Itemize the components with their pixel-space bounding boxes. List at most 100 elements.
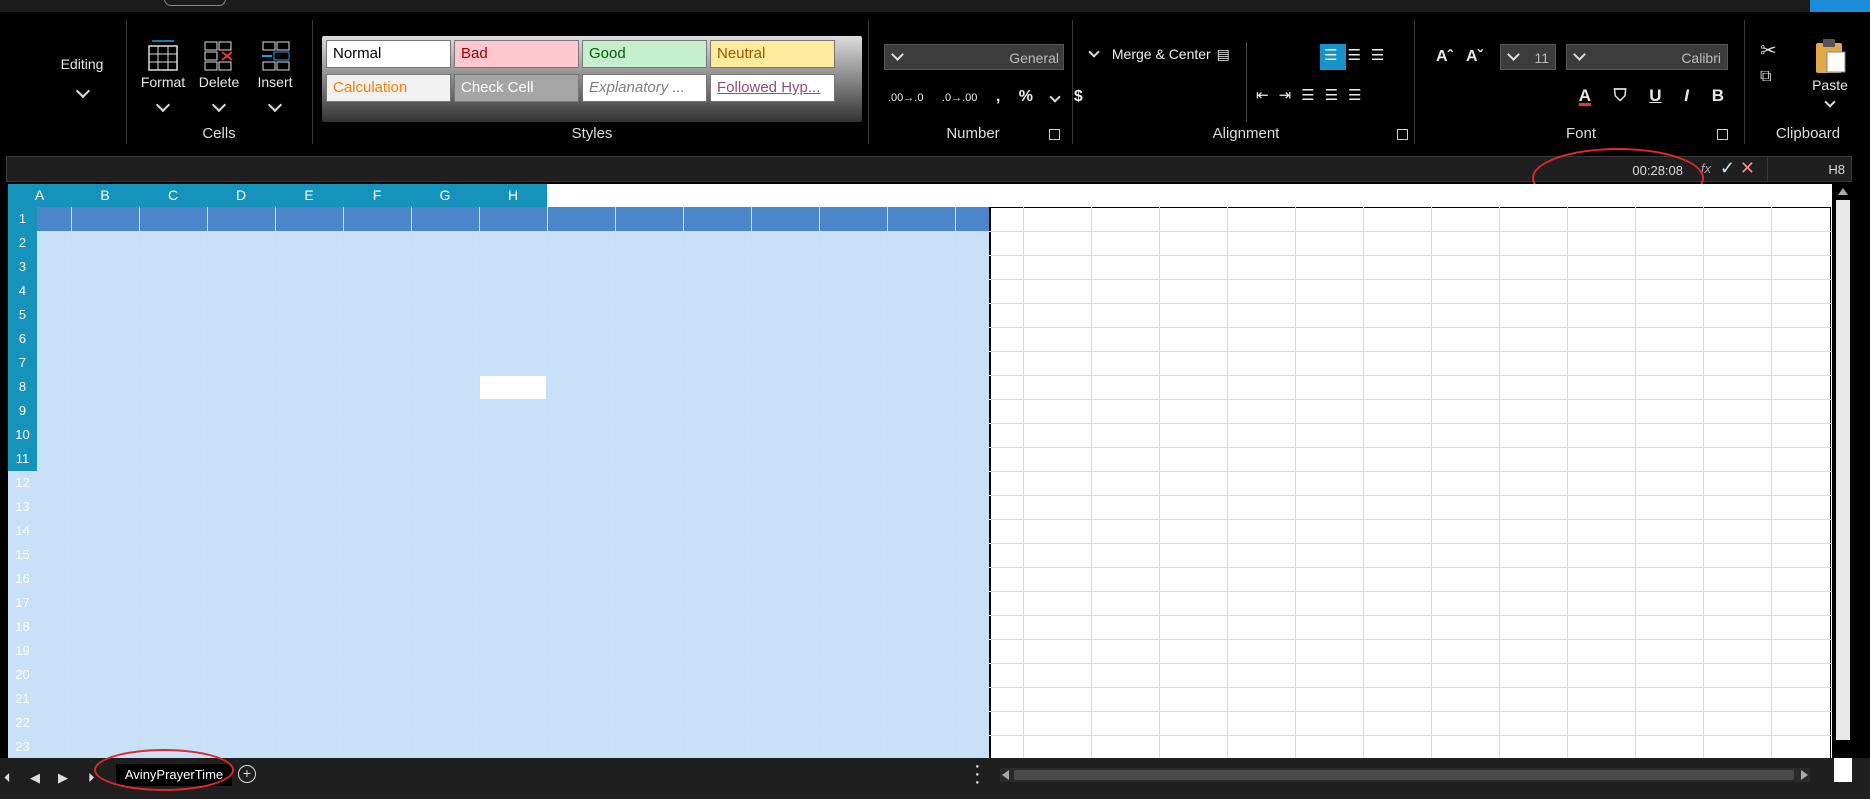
cut-icon[interactable]: ✂ xyxy=(1760,38,1777,63)
grid-line xyxy=(8,639,1832,640)
insert-label: Insert xyxy=(257,74,293,90)
chevron-down-icon[interactable] xyxy=(155,97,171,113)
row-header-13[interactable]: 13 xyxy=(8,495,37,519)
row-header-14[interactable]: 14 xyxy=(8,519,37,543)
annotation-circle xyxy=(94,749,234,791)
copy-icon[interactable]: ⧉ xyxy=(1760,68,1771,86)
column-header-b[interactable]: B xyxy=(71,184,139,207)
shrink-font-button[interactable]: Aˇ xyxy=(1466,48,1483,66)
column-header-h[interactable]: H xyxy=(479,184,547,207)
row-header-16[interactable]: 16 xyxy=(8,567,37,591)
chevron-down-icon[interactable] xyxy=(1507,48,1520,61)
column-header-d[interactable]: D xyxy=(207,184,275,207)
row-header-9[interactable]: 9 xyxy=(8,399,37,423)
editing-group[interactable]: Editing xyxy=(48,20,116,146)
dialog-launcher-icon[interactable] xyxy=(1717,129,1728,140)
style-neutral[interactable]: Neutral xyxy=(710,40,835,68)
row-header-7[interactable]: 7 xyxy=(8,351,37,375)
column-header-c[interactable]: C xyxy=(139,184,207,207)
style-calculation[interactable]: Calculation xyxy=(326,74,451,102)
chevron-down-icon[interactable] xyxy=(267,97,283,113)
font-family-dropdown[interactable]: Calibri xyxy=(1566,44,1728,70)
bold-button[interactable]: B xyxy=(1712,86,1724,106)
italic-button[interactable]: I xyxy=(1684,86,1689,106)
chevron-down-icon[interactable] xyxy=(1573,48,1586,61)
column-header-f[interactable]: F xyxy=(343,184,411,207)
row-header-15[interactable]: 15 xyxy=(8,543,37,567)
row-header-21[interactable]: 21 xyxy=(8,687,37,711)
style-bad[interactable]: Bad xyxy=(454,40,579,68)
row-header-17[interactable]: 17 xyxy=(8,591,37,615)
name-box[interactable]: H8 xyxy=(1767,157,1851,181)
row-header-20[interactable]: 20 xyxy=(8,663,37,687)
increase-decimal-button[interactable]: .0→.00 xyxy=(942,92,977,104)
first-sheet-icon[interactable]: ⏴ xyxy=(4,770,11,786)
next-sheet-icon[interactable]: ▶ xyxy=(58,770,68,786)
grow-font-button[interactable]: Aˆ xyxy=(1436,48,1453,66)
row-header-2[interactable]: 2 xyxy=(8,231,37,255)
insert-button[interactable]: Insert xyxy=(246,38,304,113)
chevron-down-icon[interactable] xyxy=(891,48,904,61)
style-explanatory[interactable]: Explanatory ... xyxy=(582,74,707,102)
decrease-decimal-button[interactable]: .00→.0 xyxy=(888,92,923,104)
column-header-g[interactable]: G xyxy=(411,184,479,207)
column-header-a[interactable]: A xyxy=(8,184,71,207)
row-header-19[interactable]: 19 xyxy=(8,639,37,663)
grid-line xyxy=(8,327,1832,328)
row-header-18[interactable]: 18 xyxy=(8,615,37,639)
confirm-icon[interactable]: ✓ xyxy=(1720,158,1735,179)
style-good[interactable]: Good xyxy=(582,40,707,68)
style-followed-hyperlink[interactable]: Followed Hyp... xyxy=(710,74,835,102)
scroll-right-icon[interactable] xyxy=(1801,770,1808,780)
chevron-down-icon[interactable] xyxy=(1049,91,1062,103)
row-header-22[interactable]: 22 xyxy=(8,711,37,735)
underline-button[interactable]: U xyxy=(1649,86,1661,106)
horizontal-scrollbar[interactable] xyxy=(1000,768,1810,782)
row-header-10[interactable]: 10 xyxy=(8,423,37,447)
grid-line xyxy=(1295,207,1296,758)
dialog-launcher-icon[interactable] xyxy=(1049,129,1060,140)
font-size-dropdown[interactable]: 11 xyxy=(1500,44,1556,70)
scroll-thumb[interactable] xyxy=(1014,770,1794,780)
scroll-up-icon[interactable] xyxy=(1838,188,1848,195)
row-header-4[interactable]: 4 xyxy=(8,279,37,303)
active-cell[interactable] xyxy=(479,376,546,399)
indent-align-icons[interactable]: ⇤⇥☰☰☰ xyxy=(1256,86,1371,104)
format-button[interactable]: Format xyxy=(134,38,192,113)
font-color-button[interactable]: A xyxy=(1579,86,1591,106)
chevron-down-icon[interactable] xyxy=(211,97,227,113)
merge-center-button[interactable]: Merge & Center ▤ xyxy=(1088,46,1230,63)
style-normal[interactable]: Normal xyxy=(326,40,451,68)
chevron-down-icon[interactable] xyxy=(75,83,91,99)
style-check-cell[interactable]: Check Cell xyxy=(454,74,579,102)
more-options-icon[interactable]: · · · xyxy=(974,756,981,792)
row-header-5[interactable]: 5 xyxy=(8,303,37,327)
dialog-launcher-icon[interactable] xyxy=(1397,129,1408,140)
paste-button[interactable]: Paste xyxy=(1800,38,1860,109)
row-header-11[interactable]: 11 xyxy=(8,447,37,471)
comma-style-button[interactable]: , xyxy=(996,88,1000,106)
percent-button[interactable]: % xyxy=(1019,88,1033,106)
vertical-scrollbar[interactable] xyxy=(1834,184,1852,758)
row-header-23[interactable]: 23 xyxy=(8,735,37,758)
row-header-8[interactable]: 8 xyxy=(8,375,37,399)
row-header-6[interactable]: 6 xyxy=(8,327,37,351)
row-header-3[interactable]: 3 xyxy=(8,255,37,279)
row-header-12[interactable]: 12 xyxy=(8,471,37,495)
delete-button[interactable]: Delete xyxy=(190,38,248,113)
add-sheet-icon[interactable]: + xyxy=(238,765,256,783)
paste-icon xyxy=(1816,39,1846,73)
number-format-dropdown[interactable]: General xyxy=(884,44,1064,70)
chevron-down-icon[interactable] xyxy=(1088,46,1100,58)
scroll-left-icon[interactable] xyxy=(1002,770,1009,780)
row-header-1[interactable]: 1 xyxy=(8,207,37,231)
cancel-icon[interactable]: ✕ xyxy=(1740,158,1755,179)
spreadsheet-grid[interactable]: ABCDEFGH 1 2 3 4 5 6 7 8 9 10 11 12 13 14 15 16 17 18 19 20… xyxy=(8,184,1832,758)
column-header-e[interactable]: E xyxy=(275,184,343,207)
scroll-thumb[interactable] xyxy=(1836,200,1850,740)
fill-color-icon[interactable]: ⛉ xyxy=(1614,86,1627,106)
vertical-align-icons[interactable]: ☰☰☰ xyxy=(1324,46,1394,64)
prev-sheet-icon[interactable]: ◀ xyxy=(30,770,40,786)
grid-line xyxy=(1499,207,1500,758)
chevron-down-icon[interactable] xyxy=(1824,96,1836,108)
